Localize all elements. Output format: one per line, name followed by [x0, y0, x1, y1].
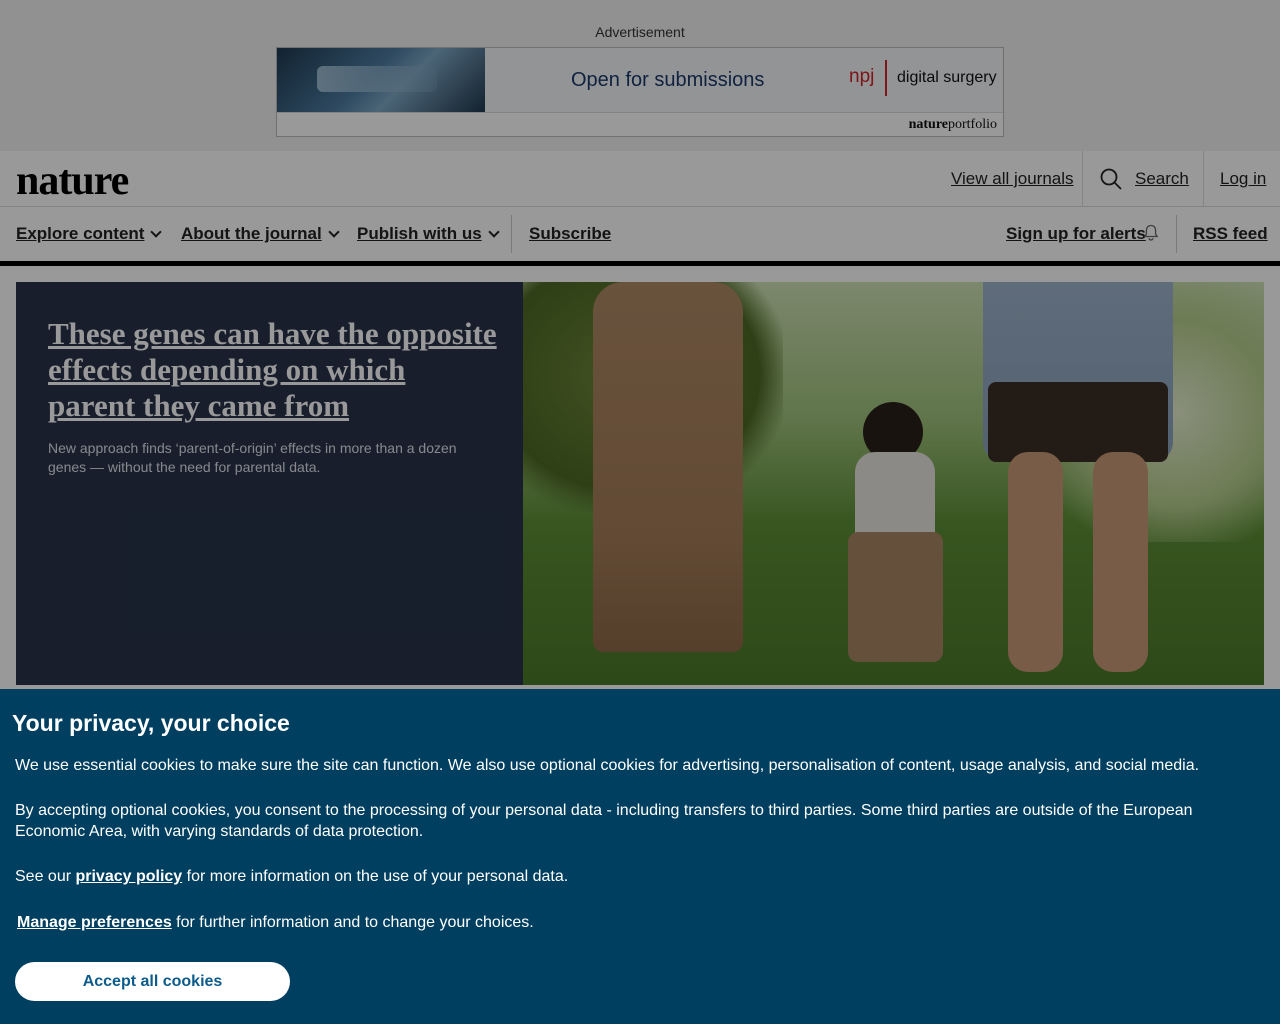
nav-divider [1176, 215, 1177, 253]
hero-text-panel: These genes can have the opposite effect… [16, 282, 523, 685]
nav-underline-bar [0, 261, 1280, 266]
nature-portfolio-logo: natureportfolio [908, 117, 997, 132]
ad-image [277, 48, 485, 112]
chevron-down-icon [328, 226, 340, 238]
sign-up-alerts-link[interactable]: Sign up for alerts [1006, 224, 1146, 244]
ad-divider [885, 60, 887, 96]
adult-shorts [988, 382, 1168, 462]
ad-npj-logo: npj [849, 66, 875, 87]
hero-title[interactable]: These genes can have the opposite effect… [48, 316, 498, 424]
hero-subtitle: New approach finds ‘parent-of-origin’ ef… [48, 440, 457, 475]
main-nav: Explore content About the journal Publis… [0, 207, 1280, 261]
cookie-paragraph-3: See our privacy policy for more informat… [15, 868, 569, 885]
view-all-journals-link[interactable]: View all journals [951, 169, 1074, 189]
chevron-down-icon [150, 226, 163, 238]
nav-divider [511, 215, 512, 253]
bell-icon [1143, 224, 1159, 241]
site-header: nature View all journals Search Log in [0, 151, 1280, 207]
ad-tagline: Open for submissions [571, 69, 765, 91]
chevron-down-icon [488, 226, 500, 238]
search-link[interactable]: Search [1135, 169, 1189, 189]
advertisement-area: Advertisement Open for submissions npj d… [0, 0, 1280, 151]
nature-logo[interactable]: nature [16, 157, 129, 205]
child-figure [833, 402, 943, 672]
cookie-paragraph-1: We use essential cookies to make sure th… [15, 757, 1200, 774]
privacy-policy-link[interactable]: privacy policy [75, 868, 182, 885]
ad-journal-name: digital surgery [897, 69, 997, 86]
adult-figure [593, 282, 743, 652]
cookie-title: Your privacy, your choice [12, 710, 290, 736]
cookie-paragraph-4: Manage preferences for further informati… [17, 914, 534, 931]
cookie-consent-banner: Your privacy, your choice We use essenti… [0, 689, 1280, 1024]
header-divider [1203, 151, 1204, 207]
adult-leg [1008, 452, 1063, 672]
ad-footer: natureportfolio [277, 112, 1003, 136]
accept-all-cookies-button[interactable]: Accept all cookies [15, 962, 290, 1001]
nav-explore-content[interactable]: Explore content [16, 224, 163, 244]
nav-subscribe[interactable]: Subscribe [529, 224, 611, 244]
login-link[interactable]: Log in [1220, 169, 1266, 189]
search-icon[interactable] [1100, 168, 1122, 190]
adult-leg [1093, 452, 1148, 672]
nav-publish-with-us[interactable]: Publish with us [357, 224, 500, 244]
ad-content: Open for submissions npj digital surgery [485, 48, 1003, 112]
hero-article[interactable]: These genes can have the opposite effect… [16, 282, 1264, 685]
rss-feed-link[interactable]: RSS feed [1193, 224, 1268, 244]
hero-image[interactable] [523, 282, 1264, 685]
cookie-paragraph-2: By accepting optional cookies, you conse… [15, 802, 1193, 840]
nav-about-journal[interactable]: About the journal [181, 224, 340, 244]
ad-label: Advertisement [595, 24, 685, 40]
ad-banner[interactable]: Open for submissions npj digital surgery… [276, 47, 1004, 137]
manage-preferences-link[interactable]: Manage preferences [17, 914, 172, 931]
header-divider [1082, 151, 1083, 207]
